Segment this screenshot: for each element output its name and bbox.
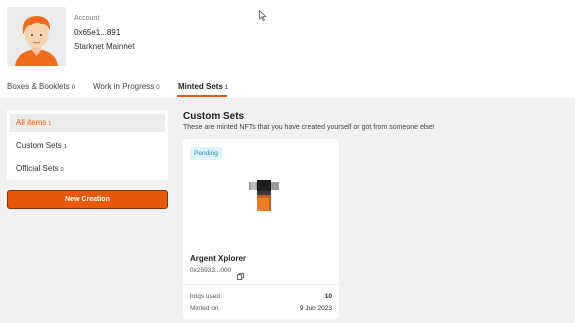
minted-on-value: 9 Jun 2023 bbox=[299, 305, 332, 312]
briqs-used-value: 10 bbox=[324, 293, 332, 300]
briqs-used-label: briqs used bbox=[190, 293, 220, 300]
nft-card[interactable]: Pending Argent Xplorer 0x25933...000 bri… bbox=[183, 139, 339, 319]
sidebar-item-all-items[interactable]: All items 1 bbox=[10, 114, 165, 132]
avatar bbox=[7, 7, 66, 66]
sidebar-item-count: 0 bbox=[60, 167, 64, 173]
tab-minted-sets[interactable]: Minted Sets 1 bbox=[178, 82, 228, 91]
tab-label: Minted Sets bbox=[178, 82, 223, 91]
card-divider bbox=[183, 284, 339, 285]
mouse-cursor-icon bbox=[259, 8, 267, 26]
account-label: Account bbox=[74, 15, 100, 22]
tab-label: Boxes & Booklets bbox=[7, 82, 70, 91]
sidebar-nav: All items 1 Custom Sets 1 Official Sets 0 bbox=[7, 110, 168, 180]
section-title: Custom Sets bbox=[183, 111, 245, 122]
active-tab-indicator bbox=[177, 95, 227, 97]
sidebar-item-label: Custom Sets bbox=[16, 141, 62, 150]
nft-address: 0x25933...000 bbox=[190, 267, 232, 274]
avatar-illustration bbox=[7, 7, 66, 66]
tab-bar: Boxes & Booklets 0 Work in Progress 0 Mint… bbox=[0, 78, 575, 98]
nft-name: Argent Xplorer bbox=[190, 254, 247, 263]
tab-count: 0 bbox=[156, 85, 160, 91]
sidebar-item-custom-sets[interactable]: Custom Sets 1 bbox=[10, 137, 165, 155]
sidebar-item-label: All items bbox=[16, 118, 47, 127]
network-name: Starknet Mainnet bbox=[74, 42, 135, 51]
tab-count: 1 bbox=[224, 85, 229, 91]
status-badge: Pending bbox=[190, 147, 222, 160]
new-creation-button[interactable]: New Creation bbox=[7, 190, 168, 209]
copy-icon[interactable] bbox=[237, 267, 244, 285]
sidebar-item-count: 1 bbox=[63, 144, 67, 150]
tab-label: Work in Progress bbox=[93, 82, 155, 91]
tab-boxes-booklets[interactable]: Boxes & Booklets 0 bbox=[7, 82, 75, 91]
sidebar-item-official-sets[interactable]: Official Sets 0 bbox=[10, 160, 165, 178]
sidebar-item-count: 1 bbox=[48, 121, 52, 127]
minted-on-label: Minted on bbox=[190, 305, 219, 312]
sidebar-item-label: Official Sets bbox=[16, 164, 59, 173]
tab-count: 0 bbox=[71, 85, 76, 91]
tab-work-in-progress[interactable]: Work in Progress 0 bbox=[93, 82, 160, 91]
section-subtitle: These are minted NFTs that you have crea… bbox=[183, 124, 435, 131]
account-address[interactable]: 0x65e1...891 bbox=[74, 28, 120, 37]
nft-preview-image bbox=[249, 179, 279, 220]
